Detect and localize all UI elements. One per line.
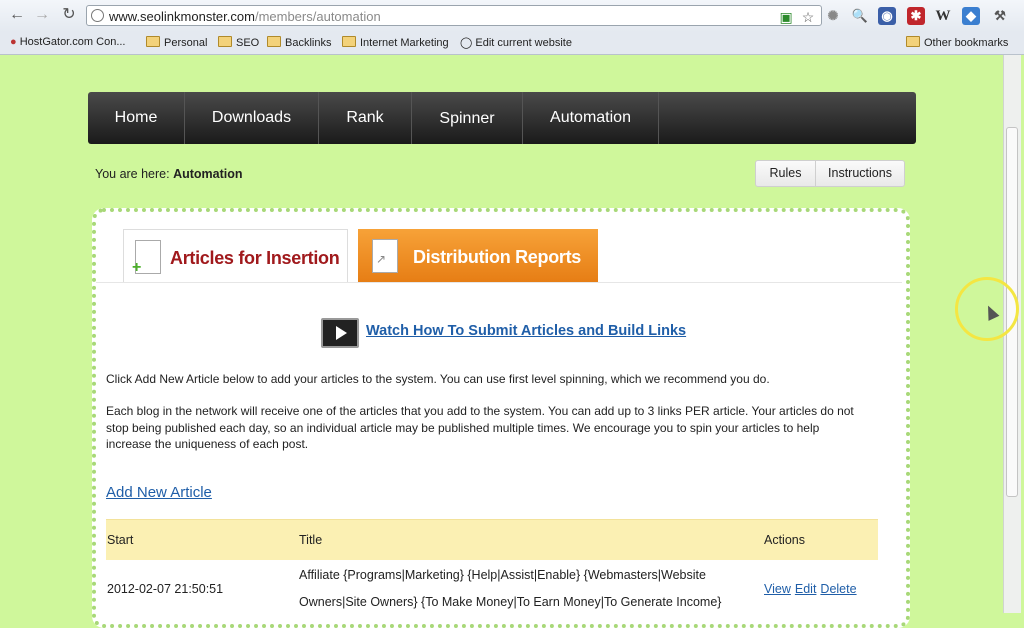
description-text: Each blog in the network will receive on… (106, 404, 854, 451)
forward-icon[interactable]: → (33, 6, 51, 24)
folder-icon (218, 36, 232, 47)
row-title-line2: Owners|Site Owners} {To Make Money|To Ea… (299, 595, 722, 609)
shield-extension-icon[interactable]: ▣ (777, 7, 795, 28)
search-extension-icon[interactable]: 🔍 (851, 7, 869, 25)
bookmark-item[interactable]: ◯ Edit current website (460, 36, 572, 49)
breadcrumb: You are here: Automation (95, 167, 243, 181)
wrench-icon[interactable]: ⚒ (991, 7, 1009, 25)
breadcrumb-current: Automation (173, 167, 243, 181)
bookmark-item[interactable]: ● HostGator.com Con... (10, 36, 125, 48)
settings-extension-icon[interactable]: ✺ (824, 7, 842, 25)
bookmark-folder[interactable]: Internet Marketing (342, 36, 449, 49)
nav-downloads[interactable]: Downloads (185, 92, 319, 144)
instructions-button[interactable]: Instructions (816, 161, 904, 186)
main-nav: Home Downloads Rank Spinner Automation (88, 92, 916, 144)
tab-label: Distribution Reports (413, 247, 581, 267)
url-host: www.seolinkmonster.com (109, 9, 255, 24)
table-header: Start Title Actions (106, 519, 878, 560)
video-play-icon[interactable] (321, 318, 359, 348)
other-bookmarks[interactable]: Other bookmarks (906, 36, 1008, 49)
page-info-icon[interactable] (91, 9, 104, 22)
tag-extension-icon[interactable]: ◆ (962, 7, 980, 25)
bookmark-star-icon[interactable]: ☆ (799, 7, 817, 28)
nav-automation[interactable]: Automation (523, 92, 659, 144)
watch-video-link[interactable]: Watch How To Submit Articles and Build L… (366, 323, 686, 339)
url-path: /members/automation (254, 9, 381, 24)
bookmark-folder[interactable]: Personal (146, 36, 207, 49)
report-chart-icon: ↗ (372, 239, 398, 273)
table-row: 2012-02-07 21:50:51 Affiliate {Programs|… (106, 560, 878, 620)
folder-icon (267, 36, 281, 47)
nav-rank[interactable]: Rank (319, 92, 412, 144)
folder-icon (146, 36, 160, 47)
globe-icon: ◯ (460, 37, 473, 49)
nav-spinner[interactable]: Spinner (412, 92, 523, 144)
bookmark-folder[interactable]: SEO (218, 36, 259, 49)
tab-distribution-reports[interactable]: ↗ Distribution Reports (358, 229, 598, 283)
row-start-date: 2012-02-07 21:50:51 (107, 582, 224, 596)
bookmarks-bar: ● HostGator.com Con... Personal SEO Back… (0, 32, 1024, 55)
tab-articles-for-insertion[interactable]: + Articles for Insertion (123, 229, 348, 283)
reload-icon[interactable]: ↻ (60, 6, 78, 24)
col-actions: Actions (764, 533, 805, 547)
intro-text: Click Add New Article below to add your … (106, 372, 770, 386)
edit-link[interactable]: Edit (795, 582, 817, 596)
row-actions: View Edit Delete (764, 582, 861, 596)
bookmark-folder[interactable]: Backlinks (267, 36, 331, 49)
tab-divider (96, 282, 902, 283)
view-link[interactable]: View (764, 582, 791, 596)
folder-icon (906, 36, 920, 47)
globe-extension-icon[interactable]: ◉ (878, 7, 896, 25)
col-start: Start (107, 533, 134, 547)
folder-icon (342, 36, 356, 47)
col-title: Title (299, 533, 323, 547)
rules-button[interactable]: Rules (756, 161, 816, 186)
tab-label: Articles for Insertion (170, 248, 340, 268)
w-extension-icon[interactable]: W (934, 7, 952, 25)
breadcrumb-prefix: You are here: (95, 167, 170, 181)
nav-home[interactable]: Home (88, 92, 185, 144)
document-add-icon: + (132, 240, 161, 276)
delete-link[interactable]: Delete (820, 582, 856, 596)
back-icon[interactable]: ← (8, 6, 26, 24)
help-button-group: Rules Instructions (755, 160, 905, 187)
browser-toolbar: ← → ↻ www.seolinkmonster.com/members/aut… (0, 0, 1024, 32)
asterisk-extension-icon[interactable]: ✱ (907, 7, 925, 25)
row-title-line1: Affiliate {Programs|Marketing} {Help|Ass… (299, 568, 706, 582)
add-new-article-link[interactable]: Add New Article (106, 484, 212, 501)
address-bar[interactable]: www.seolinkmonster.com/members/automatio… (86, 5, 822, 26)
